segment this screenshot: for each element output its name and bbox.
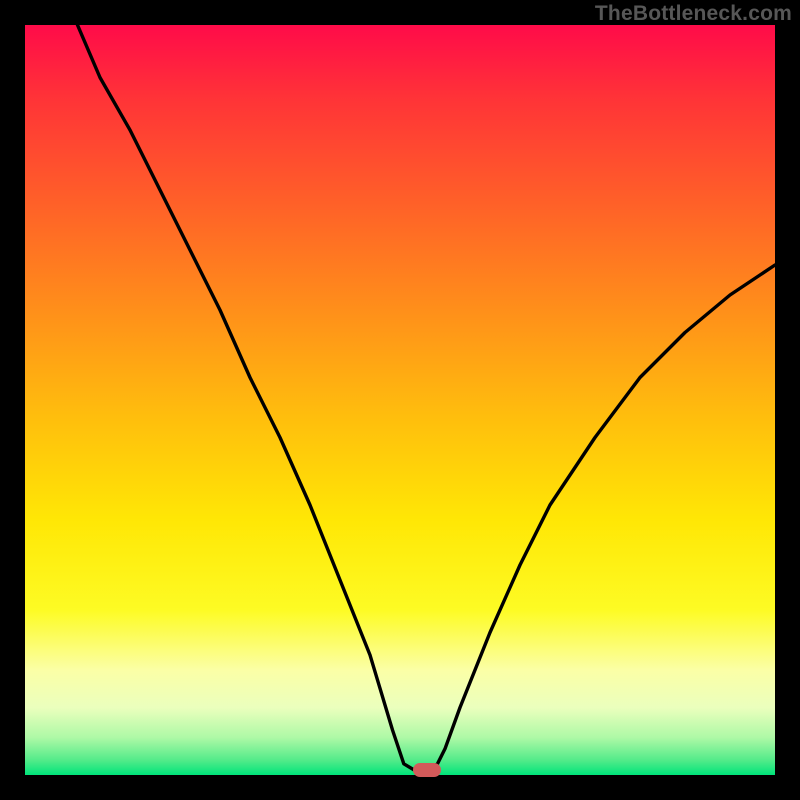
optimum-marker xyxy=(413,763,441,777)
watermark-text: TheBottleneck.com xyxy=(595,2,792,26)
plot-area xyxy=(25,25,775,775)
curve-path xyxy=(78,25,776,771)
bottleneck-curve xyxy=(25,25,775,775)
chart-frame: TheBottleneck.com xyxy=(0,0,800,800)
